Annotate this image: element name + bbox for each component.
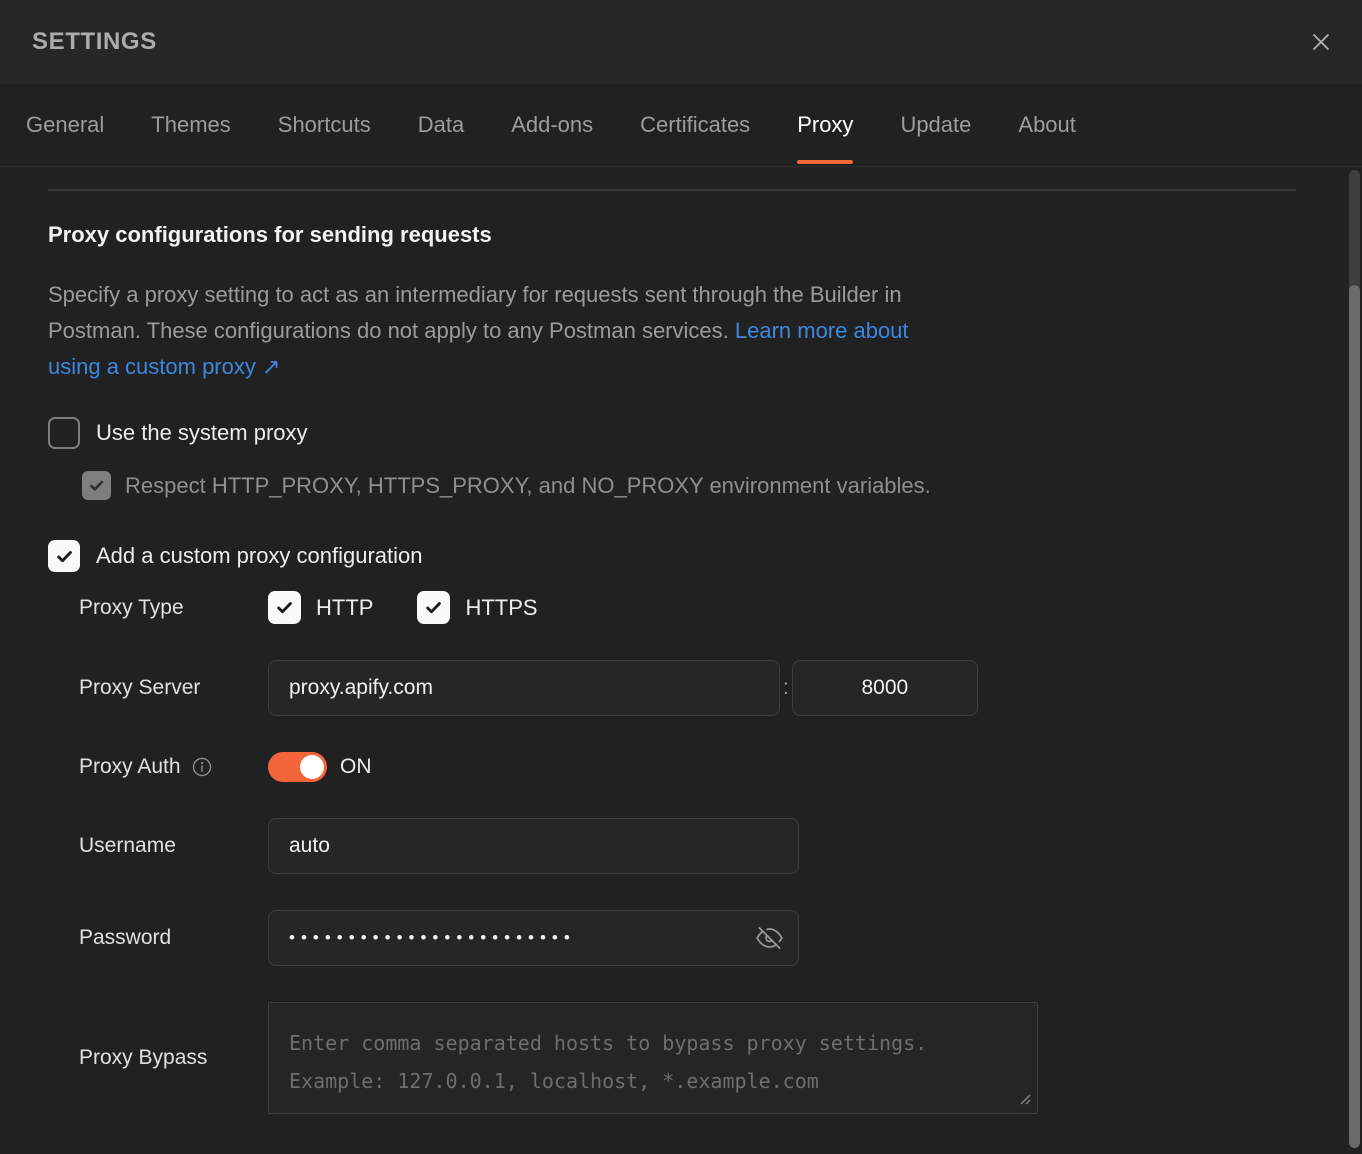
system-proxy-checkbox[interactable] xyxy=(48,417,80,449)
proxy-auth-label-text: Proxy Auth xyxy=(79,755,181,779)
proxy-server-row: Proxy Server : xyxy=(79,660,1314,716)
password-row: Password xyxy=(79,910,1314,966)
tab-about[interactable]: About xyxy=(1018,84,1076,166)
proxy-auth-label: Proxy Auth xyxy=(79,755,268,779)
password-input[interactable] xyxy=(268,910,799,966)
tab-themes[interactable]: Themes xyxy=(151,84,230,166)
checkmark-icon xyxy=(55,547,74,566)
proxy-server-label: Proxy Server xyxy=(79,676,268,700)
proxy-auth-row: Proxy Auth ON xyxy=(79,752,1314,782)
section-description: Specify a proxy setting to act as an int… xyxy=(48,277,910,385)
https-label: HTTPS xyxy=(465,595,537,621)
resize-handle[interactable] xyxy=(1018,1092,1032,1106)
proxy-bypass-wrapper xyxy=(268,1002,1038,1114)
proxy-settings-panel: Proxy configurations for sending request… xyxy=(0,189,1362,1114)
password-field-wrapper xyxy=(268,910,799,966)
external-link-icon: ↗ xyxy=(262,354,280,379)
checkmark-icon xyxy=(275,598,294,617)
close-button[interactable] xyxy=(1306,27,1336,57)
tab-add-ons[interactable]: Add-ons xyxy=(511,84,593,166)
section-heading: Proxy configurations for sending request… xyxy=(48,222,1314,248)
proxy-type-label: Proxy Type xyxy=(79,596,268,620)
checkmark-icon xyxy=(88,477,105,494)
host-port-separator: : xyxy=(783,676,789,700)
respect-env-checkbox-row: Respect HTTP_PROXY, HTTPS_PROXY, and NO_… xyxy=(82,471,1314,500)
page-title: SETTINGS xyxy=(32,28,157,56)
custom-proxy-label: Add a custom proxy configuration xyxy=(96,543,423,569)
system-proxy-label: Use the system proxy xyxy=(96,420,308,446)
http-checkbox[interactable] xyxy=(268,591,301,624)
tab-update[interactable]: Update xyxy=(900,84,971,166)
scrollbar-thumb[interactable] xyxy=(1349,285,1360,1148)
dialog-header: SETTINGS xyxy=(0,0,1362,84)
eye-off-icon xyxy=(756,925,783,952)
proxy-bypass-textarea[interactable] xyxy=(268,1002,1038,1114)
system-proxy-checkbox-row[interactable]: Use the system proxy xyxy=(48,417,1314,449)
custom-proxy-checkbox-row[interactable]: Add a custom proxy configuration xyxy=(48,540,1314,572)
tab-general[interactable]: General xyxy=(26,84,104,166)
username-row: Username xyxy=(79,818,1314,874)
custom-proxy-form: Proxy Type HTTP HTTPS Proxy xyxy=(79,591,1314,1114)
proxy-host-input[interactable] xyxy=(268,660,780,716)
tab-proxy[interactable]: Proxy xyxy=(797,84,853,166)
close-icon xyxy=(1308,29,1334,55)
tab-data[interactable]: Data xyxy=(418,84,464,166)
proxy-auth-state: ON xyxy=(340,755,372,779)
username-label: Username xyxy=(79,834,268,858)
respect-env-label: Respect HTTP_PROXY, HTTPS_PROXY, and NO_… xyxy=(125,473,931,499)
vertical-scrollbar xyxy=(1349,170,1360,1148)
proxy-type-https-option[interactable]: HTTPS xyxy=(417,591,537,624)
tab-shortcuts[interactable]: Shortcuts xyxy=(278,84,371,166)
proxy-port-input[interactable] xyxy=(792,660,978,716)
info-icon[interactable] xyxy=(191,756,213,778)
proxy-type-row: Proxy Type HTTP HTTPS xyxy=(79,591,1314,624)
http-label: HTTP xyxy=(316,595,373,621)
custom-proxy-checkbox[interactable] xyxy=(48,540,80,572)
settings-tabbar: General Themes Shortcuts Data Add-ons Ce… xyxy=(0,84,1362,167)
proxy-bypass-label: Proxy Bypass xyxy=(79,1046,268,1070)
tab-certificates[interactable]: Certificates xyxy=(640,84,750,166)
proxy-bypass-row: Proxy Bypass xyxy=(79,1002,1314,1114)
password-label: Password xyxy=(79,926,268,950)
https-checkbox[interactable] xyxy=(417,591,450,624)
username-input[interactable] xyxy=(268,818,799,874)
toggle-knob xyxy=(300,755,324,779)
section-divider xyxy=(48,189,1296,191)
respect-env-checkbox xyxy=(82,471,111,500)
proxy-auth-toggle[interactable] xyxy=(268,752,327,782)
toggle-password-visibility-button[interactable] xyxy=(756,925,783,952)
checkmark-icon xyxy=(424,598,443,617)
proxy-type-http-option[interactable]: HTTP xyxy=(268,591,373,624)
